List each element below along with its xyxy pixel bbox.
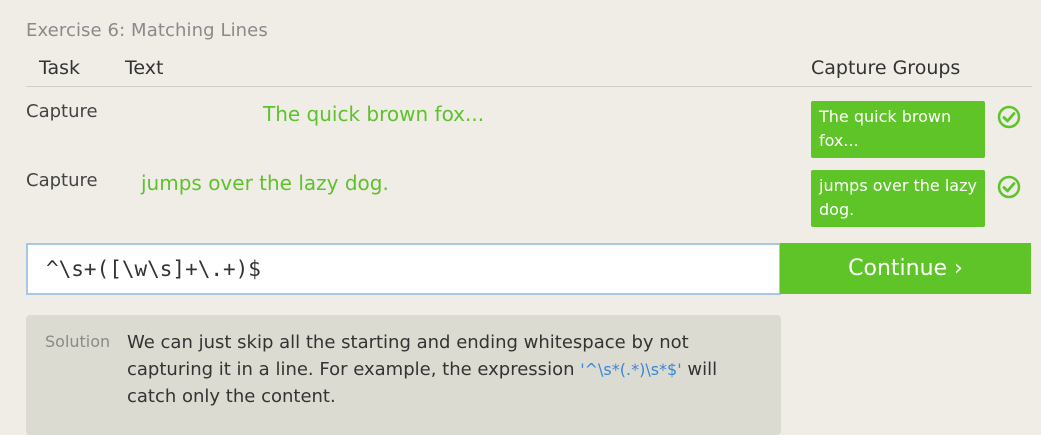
header-text: Text [125, 57, 164, 79]
solution-code: '^\s*(.*)\s*$' [580, 360, 682, 379]
check-circle-icon [997, 175, 1021, 199]
row-2-capture-line-1: jumps over the lazy [819, 176, 977, 195]
exercise-title: Exercise 6: Matching Lines [26, 20, 268, 41]
check-circle-icon [997, 105, 1021, 129]
header-divider [26, 86, 1032, 87]
row-1-capture-group: The quick brown fox... [811, 101, 985, 158]
regex-input[interactable] [26, 243, 781, 295]
row-2-capture-line-2: dog. [819, 200, 855, 219]
row-1-capture-line-2: fox... [819, 131, 859, 150]
solution-text: We can just skip all the starting and en… [127, 329, 757, 410]
header-task: Task [39, 57, 81, 79]
header-capture-groups: Capture Groups [811, 57, 961, 79]
row-1-text: The quick brown fox... [263, 102, 485, 126]
row-2-capture-group: jumps over the lazy dog. [811, 170, 985, 227]
row-2-text: jumps over the lazy dog. [141, 171, 389, 195]
continue-button[interactable]: Continue › [780, 243, 1031, 294]
row-1-capture-line-1: The quick brown [819, 107, 952, 126]
solution-label: Solution [45, 332, 111, 351]
solution-panel: Solution We can just skip all the starti… [26, 315, 781, 435]
row-1-task: Capture [26, 101, 98, 122]
row-2-task: Capture [26, 170, 98, 191]
